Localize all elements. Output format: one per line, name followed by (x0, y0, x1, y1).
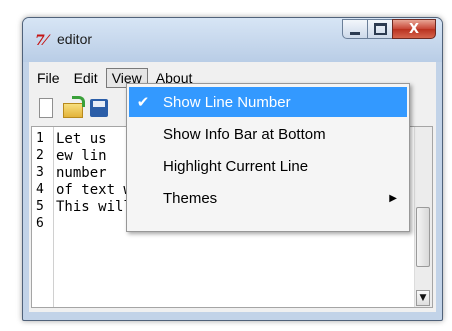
menu-item-highlight-current-line[interactable]: Highlight Current Line (129, 151, 407, 181)
view-menu-dropdown: ✔ Show Line Number Show Info Bar at Bott… (126, 83, 410, 232)
menu-item-show-line-number[interactable]: ✔ Show Line Number (129, 87, 407, 117)
checkmark-icon: ✔ (136, 94, 150, 111)
window-title: editor (57, 31, 93, 47)
line-number: 4 (36, 182, 44, 197)
minimize-button[interactable] (342, 19, 368, 39)
maximize-button[interactable] (367, 19, 393, 39)
line-number-gutter: 1 2 3 4 5 6 (32, 127, 54, 307)
title-bar[interactable]: 7⁄ editor X (23, 18, 442, 62)
line-number: 2 (36, 148, 44, 163)
open-file-button[interactable] (61, 96, 85, 120)
menu-file[interactable]: File (31, 68, 66, 88)
save-button[interactable] (87, 96, 111, 120)
maximize-icon (373, 23, 387, 35)
window-controls: X (342, 19, 436, 41)
text-line: ew lin (56, 148, 107, 164)
line-number: 5 (36, 199, 44, 214)
line-number: 6 (36, 216, 44, 231)
toolbar (35, 96, 113, 122)
menu-item-label: Themes (163, 189, 218, 207)
save-icon (90, 99, 108, 117)
scroll-down-button[interactable]: ▼ (416, 290, 430, 306)
open-arrow-icon (72, 96, 85, 107)
line-number: 3 (36, 165, 44, 180)
menu-item-show-info-bar[interactable]: Show Info Bar at Bottom (129, 119, 407, 149)
text-line: Let us (56, 131, 107, 147)
menu-item-label: Highlight Current Line (163, 157, 309, 175)
menu-item-label: Show Line Number (163, 93, 291, 111)
minimize-icon (350, 31, 360, 35)
new-file-button[interactable] (35, 96, 59, 120)
menu-item-themes[interactable]: Themes ▶ (129, 183, 407, 213)
new-file-icon (39, 98, 53, 118)
close-button[interactable]: X (392, 19, 436, 39)
vertical-scrollbar[interactable]: ▼ (414, 127, 432, 307)
line-number: 1 (36, 131, 44, 146)
tk-feather-icon: 7⁄ (35, 33, 48, 49)
submenu-arrow-icon: ▶ (389, 192, 397, 204)
menu-edit[interactable]: Edit (68, 68, 104, 88)
text-line: number (56, 165, 107, 181)
scrollbar-thumb[interactable] (416, 207, 430, 267)
menu-item-label: Show Info Bar at Bottom (163, 125, 326, 143)
close-icon: X (408, 21, 420, 37)
triangle-down-icon: ▼ (419, 293, 427, 303)
